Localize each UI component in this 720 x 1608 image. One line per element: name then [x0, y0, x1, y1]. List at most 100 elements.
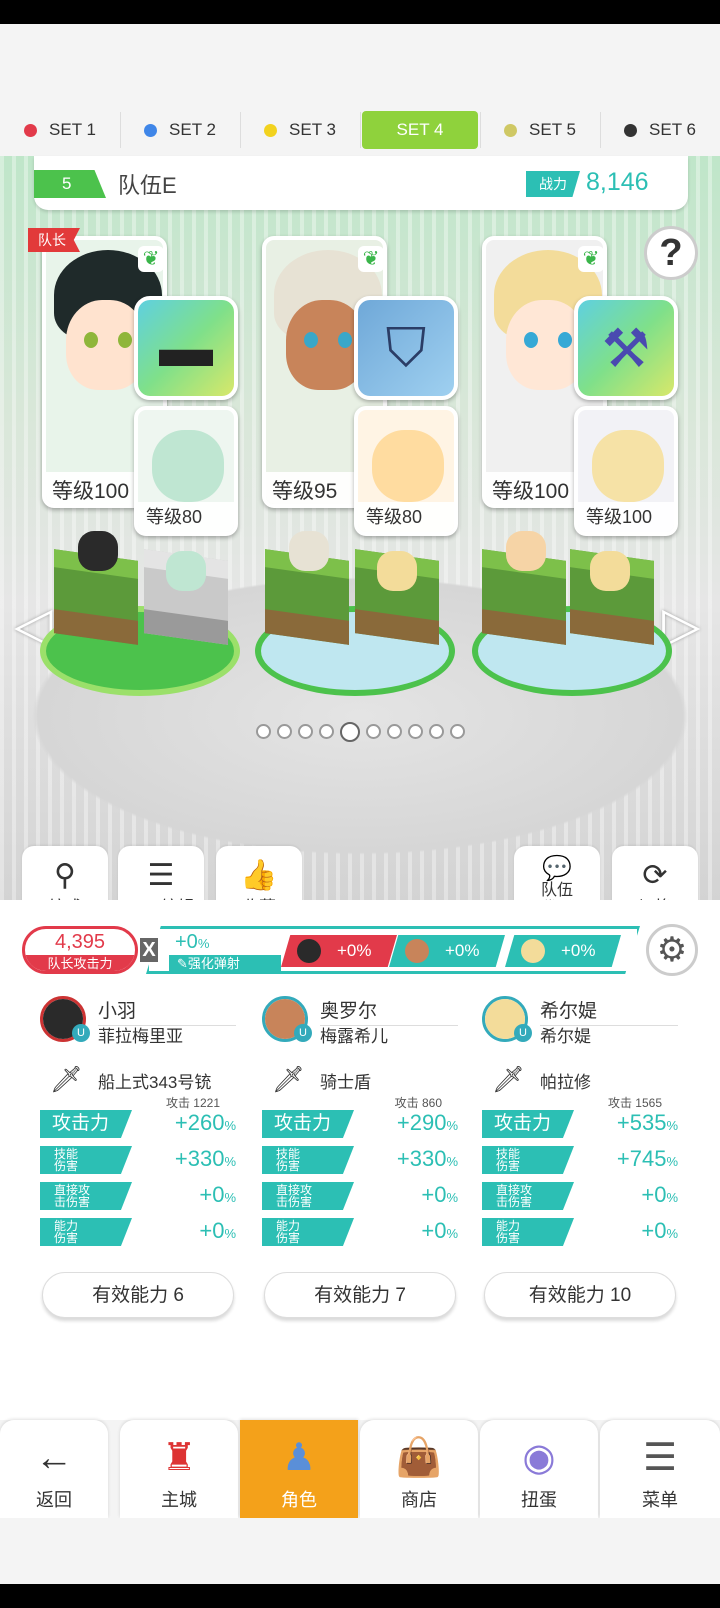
tab-set-4[interactable]: SET 4: [360, 106, 480, 154]
tab-label: SET 3: [289, 120, 336, 139]
stat-number: +745: [616, 1146, 667, 1171]
portrait-eye: [84, 332, 98, 348]
stat-label-line-2: 伤害: [496, 1231, 521, 1245]
u-badge-icon: U: [294, 1024, 312, 1042]
stat-label: 能力 伤害: [40, 1218, 132, 1246]
magnify-gear-icon: ⚲: [54, 859, 76, 892]
member-bonus-chip: +0%: [389, 935, 505, 967]
set-color-dot: [504, 123, 518, 137]
nav-shop[interactable]: 👜 商店: [360, 1420, 478, 1518]
stat-number: +330: [174, 1146, 225, 1171]
pedestal-1: [40, 531, 250, 701]
weapon-slot-rifle-icon[interactable]: ▬: [134, 296, 238, 400]
page-dot[interactable]: [407, 724, 423, 739]
stat-label-line-2: 伤害: [276, 1159, 301, 1173]
shop-bag-icon: 👜: [395, 1437, 443, 1479]
page-dot[interactable]: [255, 724, 271, 739]
chibi-sprite: [78, 531, 118, 571]
effective-ability-button-2[interactable]: 有效能力 7: [264, 1272, 456, 1318]
hero-sub-name: 希尔媞: [540, 1027, 591, 1046]
stat-label-line-2: 击伤害: [54, 1195, 91, 1209]
nav-label: 扭蛋: [521, 1490, 557, 1510]
tab-set-1[interactable]: SET 1: [0, 106, 120, 154]
sub-character-portrait[interactable]: 等级100: [574, 406, 678, 536]
party-slot-1[interactable]: ❦ 等级100 队长 ▬ 等级80: [28, 228, 238, 536]
nav-back[interactable]: ← 返回: [0, 1420, 108, 1518]
team-number: 5: [34, 170, 106, 198]
chip-value: +0%: [337, 941, 372, 960]
list-icon: ☰: [147, 859, 175, 892]
thumbs-up-star-icon: 👍: [240, 859, 278, 892]
sub-character-portrait[interactable]: 等级80: [354, 406, 458, 536]
nav-menu[interactable]: ☰ 菜单: [600, 1420, 720, 1518]
nav-character[interactable]: ♟ 角色: [240, 1420, 358, 1518]
tab-set-2[interactable]: SET 2: [120, 106, 240, 154]
member-bonus-chip: +0%: [505, 935, 621, 967]
member-bonus-chip: +0%: [281, 935, 397, 967]
leader-attack-badge: 4,395 队长攻击力: [22, 926, 138, 974]
team-name[interactable]: 队伍E: [118, 168, 177, 200]
stat-number: +290: [396, 1110, 447, 1135]
stat-label: 直接攻 击伤害: [482, 1182, 574, 1210]
weapon-slot-shield-icon[interactable]: ⛉: [354, 296, 458, 400]
sub-face: [152, 430, 224, 502]
weapon-name: 骑士盾: [320, 1073, 371, 1092]
page-dot[interactable]: [386, 724, 402, 739]
tab-set-6[interactable]: SET 6: [600, 106, 720, 154]
page-dot[interactable]: [276, 724, 292, 739]
set-color-dot: [264, 123, 278, 137]
nav-label: 商店: [401, 1490, 437, 1510]
town-icon: ♜: [161, 1437, 197, 1479]
boost-unit: %: [197, 936, 210, 951]
stat-unit: %: [666, 1154, 678, 1169]
tab-set-3[interactable]: SET 3: [240, 106, 360, 154]
sub-character-portrait[interactable]: 等级80: [134, 406, 238, 536]
set-color-dot: [624, 123, 638, 137]
weapon-slot-axe-icon[interactable]: ⚒: [574, 296, 678, 400]
settings-gear-icon[interactable]: ⚙: [646, 924, 698, 976]
portrait-eye: [524, 332, 538, 348]
effective-ability-button-1[interactable]: 有效能力 6: [42, 1272, 234, 1318]
stat-unit: %: [446, 1226, 458, 1241]
party-slot-2[interactable]: ❦ 等级95 ⛉ 等级80: [262, 236, 458, 536]
ability-damage-stat: 能力 伤害 +0%: [40, 1214, 236, 1250]
page-dot[interactable]: [365, 724, 381, 739]
chibi-sprite: [289, 531, 329, 571]
base-attack: 攻击 1565: [607, 1096, 662, 1110]
page-dot[interactable]: [449, 724, 465, 739]
chat-bubble-icon: 💬: [542, 855, 572, 882]
character-icon: ♟: [281, 1437, 317, 1479]
stat-number: +260: [174, 1110, 225, 1135]
portrait-eye: [338, 332, 352, 348]
stat-value: +0%: [421, 1218, 458, 1244]
base-attack: 攻击 1221: [165, 1096, 220, 1110]
set-color-dot: [24, 123, 38, 137]
help-button[interactable]: ?: [644, 226, 698, 280]
stat-value: +0%: [199, 1218, 236, 1244]
stat-unit: %: [446, 1190, 458, 1205]
page-dot-active[interactable]: [339, 722, 360, 742]
nav-town[interactable]: ♜ 主城: [120, 1420, 238, 1518]
stat-label: 直接攻 击伤害: [262, 1182, 354, 1210]
effective-ability-button-3[interactable]: 有效能力 10: [484, 1272, 676, 1318]
nav-gacha[interactable]: ◉ 扭蛋: [480, 1420, 598, 1518]
party-slot-3[interactable]: ❦ 等级100 ⚒ 等级100: [482, 236, 678, 536]
stat-value: +260%: [175, 1110, 236, 1136]
page-dot[interactable]: [318, 724, 334, 739]
stat-label: 能力 伤害: [482, 1218, 574, 1246]
page-dot[interactable]: [428, 724, 444, 739]
element-leaf-icon: ❦: [578, 246, 603, 272]
hero-stats-column-2: U 奥罗尔 梅露希儿 🗡 骑士盾 攻击 860 攻击力 +290% 技能 伤害 +…: [262, 996, 458, 1250]
tab-set-5[interactable]: SET 5: [480, 106, 600, 154]
hero-stats-column-1: U 小羽 菲拉梅里亚 🗡 船上式343号铳 攻击 1221 攻击力 +260% …: [40, 996, 236, 1250]
direct-damage-stat: 直接攻 击伤害 +0%: [262, 1178, 458, 1214]
stat-number: +330: [396, 1146, 447, 1171]
weapon-name: 帕拉修: [540, 1073, 591, 1092]
leader-attack-label: 队长攻击力: [25, 955, 135, 971]
stat-label: 技能 伤害: [40, 1146, 132, 1174]
boost-panel: +0% ✎强化弹射 +0% +0% +0%: [146, 926, 640, 974]
weapon-name: 船上式343号铳: [98, 1073, 212, 1092]
sub-face: [372, 430, 444, 502]
stat-number: +0: [421, 1218, 447, 1243]
page-dot[interactable]: [297, 724, 313, 739]
